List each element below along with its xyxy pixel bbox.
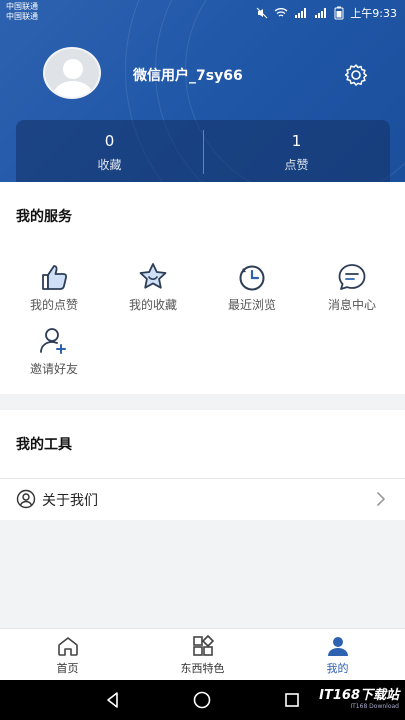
signal-icon bbox=[295, 8, 307, 18]
home-icon bbox=[57, 637, 78, 656]
likes-label: 点赞 bbox=[284, 158, 309, 172]
carrier-name: 中国联通 bbox=[6, 2, 38, 11]
service-label: 最近浏览 bbox=[227, 298, 276, 312]
user-circle-icon bbox=[16, 489, 36, 509]
carrier-name: 中国联通 bbox=[6, 12, 38, 21]
service-label: 我的点赞 bbox=[29, 298, 78, 312]
clock: 上午9:33 bbox=[350, 7, 397, 20]
back-icon[interactable] bbox=[103, 690, 123, 710]
thumbs-up-icon bbox=[42, 265, 68, 290]
stats-card: 0 收藏 1 点赞 bbox=[16, 120, 390, 182]
tab-home[interactable]: 首页 bbox=[0, 629, 135, 681]
section-title: 我的工具 bbox=[16, 437, 72, 453]
likes-stat[interactable]: 1 点赞 bbox=[203, 120, 390, 182]
grid-icon bbox=[192, 635, 214, 656]
avatar-body bbox=[53, 81, 93, 97]
service-invite[interactable]: 邀请好友 bbox=[14, 324, 94, 384]
signal-icon bbox=[315, 8, 327, 18]
wifi-icon bbox=[274, 8, 288, 17]
message-icon bbox=[338, 264, 366, 290]
tab-bar: 首页 东西特色 我的 bbox=[0, 628, 405, 680]
status-bar: 中国联通 中国联通 上午9:33 bbox=[0, 0, 405, 24]
services-section: 我的服务 我的点赞 我的收藏 最近浏览 消息中心 邀请好友 bbox=[0, 182, 405, 394]
service-my-favorites[interactable]: 我的收藏 bbox=[113, 260, 193, 320]
status-icons: 上午9:33 bbox=[256, 5, 397, 21]
likes-count: 1 bbox=[291, 132, 302, 150]
tools-section: 我的工具 关于我们 bbox=[0, 410, 405, 520]
history-icon bbox=[239, 265, 265, 291]
battery-icon bbox=[334, 6, 344, 20]
avatar[interactable] bbox=[43, 47, 101, 99]
home-button-icon[interactable] bbox=[192, 690, 212, 710]
username[interactable]: 微信用户_7sy66 bbox=[133, 65, 243, 85]
tab-mine[interactable]: 我的 bbox=[270, 629, 405, 681]
recents-icon[interactable] bbox=[282, 690, 302, 710]
person-icon bbox=[327, 637, 348, 656]
add-user-icon bbox=[40, 328, 66, 354]
chevron-right-icon bbox=[377, 492, 385, 506]
watermark: IT168下载站 IT168 Download bbox=[319, 684, 399, 710]
favorites-label: 收藏 bbox=[97, 158, 122, 172]
tab-label: 首页 bbox=[56, 662, 79, 675]
carrier-info: 中国联通 中国联通 bbox=[6, 2, 38, 22]
section-title: 我的服务 bbox=[16, 209, 72, 225]
service-label: 我的收藏 bbox=[128, 298, 177, 312]
watermark-text: IT168下载站 bbox=[319, 688, 399, 703]
favorites-count: 0 bbox=[104, 132, 115, 150]
tab-label: 东西特色 bbox=[180, 662, 225, 675]
service-label: 消息中心 bbox=[327, 298, 376, 312]
favorites-stat[interactable]: 0 收藏 bbox=[16, 120, 203, 182]
service-label: 邀请好友 bbox=[29, 362, 78, 376]
mute-icon bbox=[256, 7, 268, 19]
star-icon bbox=[139, 263, 167, 289]
service-messages[interactable]: 消息中心 bbox=[312, 260, 392, 320]
avatar-head bbox=[63, 59, 83, 79]
service-my-likes[interactable]: 我的点赞 bbox=[14, 260, 94, 320]
tab-label: 我的 bbox=[326, 662, 349, 675]
tab-features[interactable]: 东西特色 bbox=[135, 629, 270, 681]
about-us-label: 关于我们 bbox=[42, 493, 98, 509]
about-us-row[interactable]: 关于我们 bbox=[0, 479, 405, 519]
gear-icon[interactable] bbox=[343, 62, 369, 88]
system-nav-bar: IT168下载站 IT168 Download bbox=[0, 680, 405, 720]
profile-header: 中国联通 中国联通 上午9:33 微信用户_7sy66 0 收藏 1 点赞 bbox=[0, 0, 405, 182]
service-recent[interactable]: 最近浏览 bbox=[212, 260, 292, 320]
watermark-subtext: IT168 Download bbox=[350, 703, 399, 710]
